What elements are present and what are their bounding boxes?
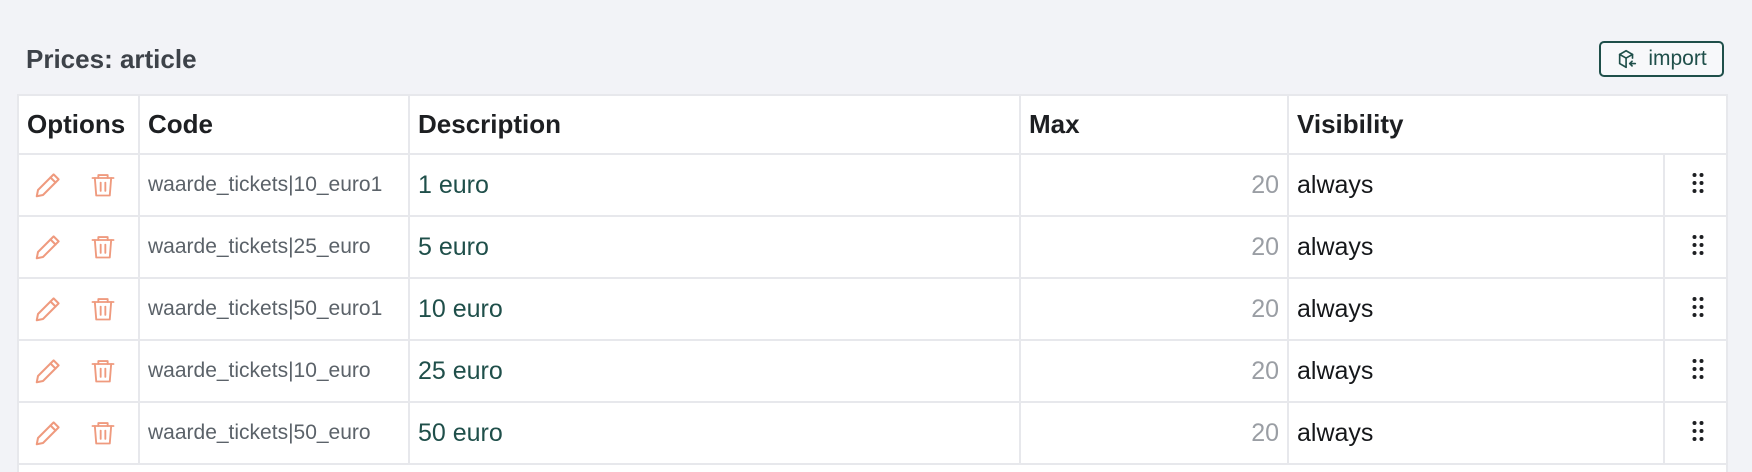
- drag-handle-icon: [1692, 420, 1703, 441]
- description-cell: 10 euro: [409, 278, 1021, 341]
- code-cell: waarde_tickets|25_euro: [139, 216, 410, 279]
- delete-button[interactable]: [89, 232, 117, 262]
- options-cell: [19, 278, 140, 341]
- drag-cell: [1664, 402, 1726, 465]
- delete-button[interactable]: [89, 170, 117, 200]
- pencil-icon: [35, 235, 60, 260]
- max-cell: 20: [1020, 340, 1289, 403]
- trash-icon: [91, 236, 115, 259]
- drag-cell: [1664, 278, 1726, 341]
- pencil-icon: [35, 297, 60, 322]
- options-cell: [19, 216, 140, 279]
- description-cell: 50 euro: [409, 402, 1021, 465]
- delete-button[interactable]: [89, 418, 117, 448]
- description-cell: 1 euro: [409, 154, 1021, 217]
- table-row: waarde_tickets|50_euro 50 euro 20 always: [19, 402, 1726, 465]
- max-cell: 20: [1020, 154, 1289, 217]
- drag-cell: [1664, 340, 1726, 403]
- code-cell: waarde_tickets|10_euro1: [139, 154, 410, 217]
- column-header-code: Code: [139, 96, 410, 155]
- delete-button[interactable]: [89, 356, 117, 386]
- description-cell: 25 euro: [409, 340, 1021, 403]
- code-cell: waarde_tickets|10_euro: [139, 340, 410, 403]
- table-row: waarde_tickets|10_euro 25 euro 20 always: [19, 340, 1726, 403]
- options-cell: [19, 154, 140, 217]
- trash-icon: [91, 174, 115, 197]
- visibility-cell: always: [1288, 340, 1665, 403]
- description-cell: 5 euro: [409, 216, 1021, 279]
- drag-handle[interactable]: [1691, 171, 1705, 195]
- pencil-icon: [35, 421, 60, 446]
- column-header-description: Description: [409, 96, 1021, 155]
- drag-cell: [1664, 154, 1726, 217]
- column-header-visibility: Visibility: [1288, 96, 1726, 155]
- table-row: waarde_tickets|25_euro 5 euro 20 always: [19, 216, 1726, 279]
- trash-icon: [91, 360, 115, 383]
- drag-handle-icon: [1692, 358, 1703, 379]
- table-row: waarde_tickets|10_euro1 1 euro 20 always: [19, 154, 1726, 217]
- table-row: waarde_tickets|50_euro1 10 euro 20 alway…: [19, 278, 1726, 341]
- visibility-cell: always: [1288, 216, 1665, 279]
- visibility-cell: always: [1288, 278, 1665, 341]
- cube-arrow-icon: [1616, 48, 1638, 70]
- drag-handle[interactable]: [1691, 357, 1705, 381]
- drag-handle-icon: [1692, 296, 1703, 317]
- visibility-cell: always: [1288, 154, 1665, 217]
- visibility-cell: always: [1288, 402, 1665, 465]
- trash-icon: [91, 422, 115, 445]
- options-cell: [19, 340, 140, 403]
- prices-table: Options Code Description Max Visibility: [17, 94, 1728, 472]
- drag-handle[interactable]: [1691, 419, 1705, 443]
- drag-cell: [1664, 216, 1726, 279]
- trash-icon: [91, 298, 115, 321]
- drag-handle-icon: [1692, 172, 1703, 193]
- max-cell: 20: [1020, 402, 1289, 465]
- table-body: waarde_tickets|10_euro1 1 euro 20 always: [19, 154, 1726, 465]
- pencil-icon: [35, 359, 60, 384]
- column-header-options: Options: [19, 96, 140, 155]
- drag-handle-icon: [1692, 234, 1703, 255]
- pencil-icon: [35, 173, 60, 198]
- drag-handle[interactable]: [1691, 295, 1705, 319]
- edit-button[interactable]: [33, 232, 63, 262]
- page-title: Prices: article: [26, 44, 197, 74]
- edit-button[interactable]: [33, 418, 63, 448]
- drag-handle[interactable]: [1691, 233, 1705, 257]
- import-button-label: import: [1648, 47, 1707, 70]
- max-cell: 20: [1020, 216, 1289, 279]
- code-cell: waarde_tickets|50_euro: [139, 402, 410, 465]
- options-cell: [19, 402, 140, 465]
- edit-button[interactable]: [33, 294, 63, 324]
- import-button[interactable]: import: [1599, 41, 1724, 77]
- delete-button[interactable]: [89, 294, 117, 324]
- edit-button[interactable]: [33, 356, 63, 386]
- code-cell: waarde_tickets|50_euro1: [139, 278, 410, 341]
- edit-button[interactable]: [33, 170, 63, 200]
- max-cell: 20: [1020, 278, 1289, 341]
- column-header-max: Max: [1020, 96, 1289, 155]
- table-header-row: Options Code Description Max Visibility: [19, 96, 1726, 155]
